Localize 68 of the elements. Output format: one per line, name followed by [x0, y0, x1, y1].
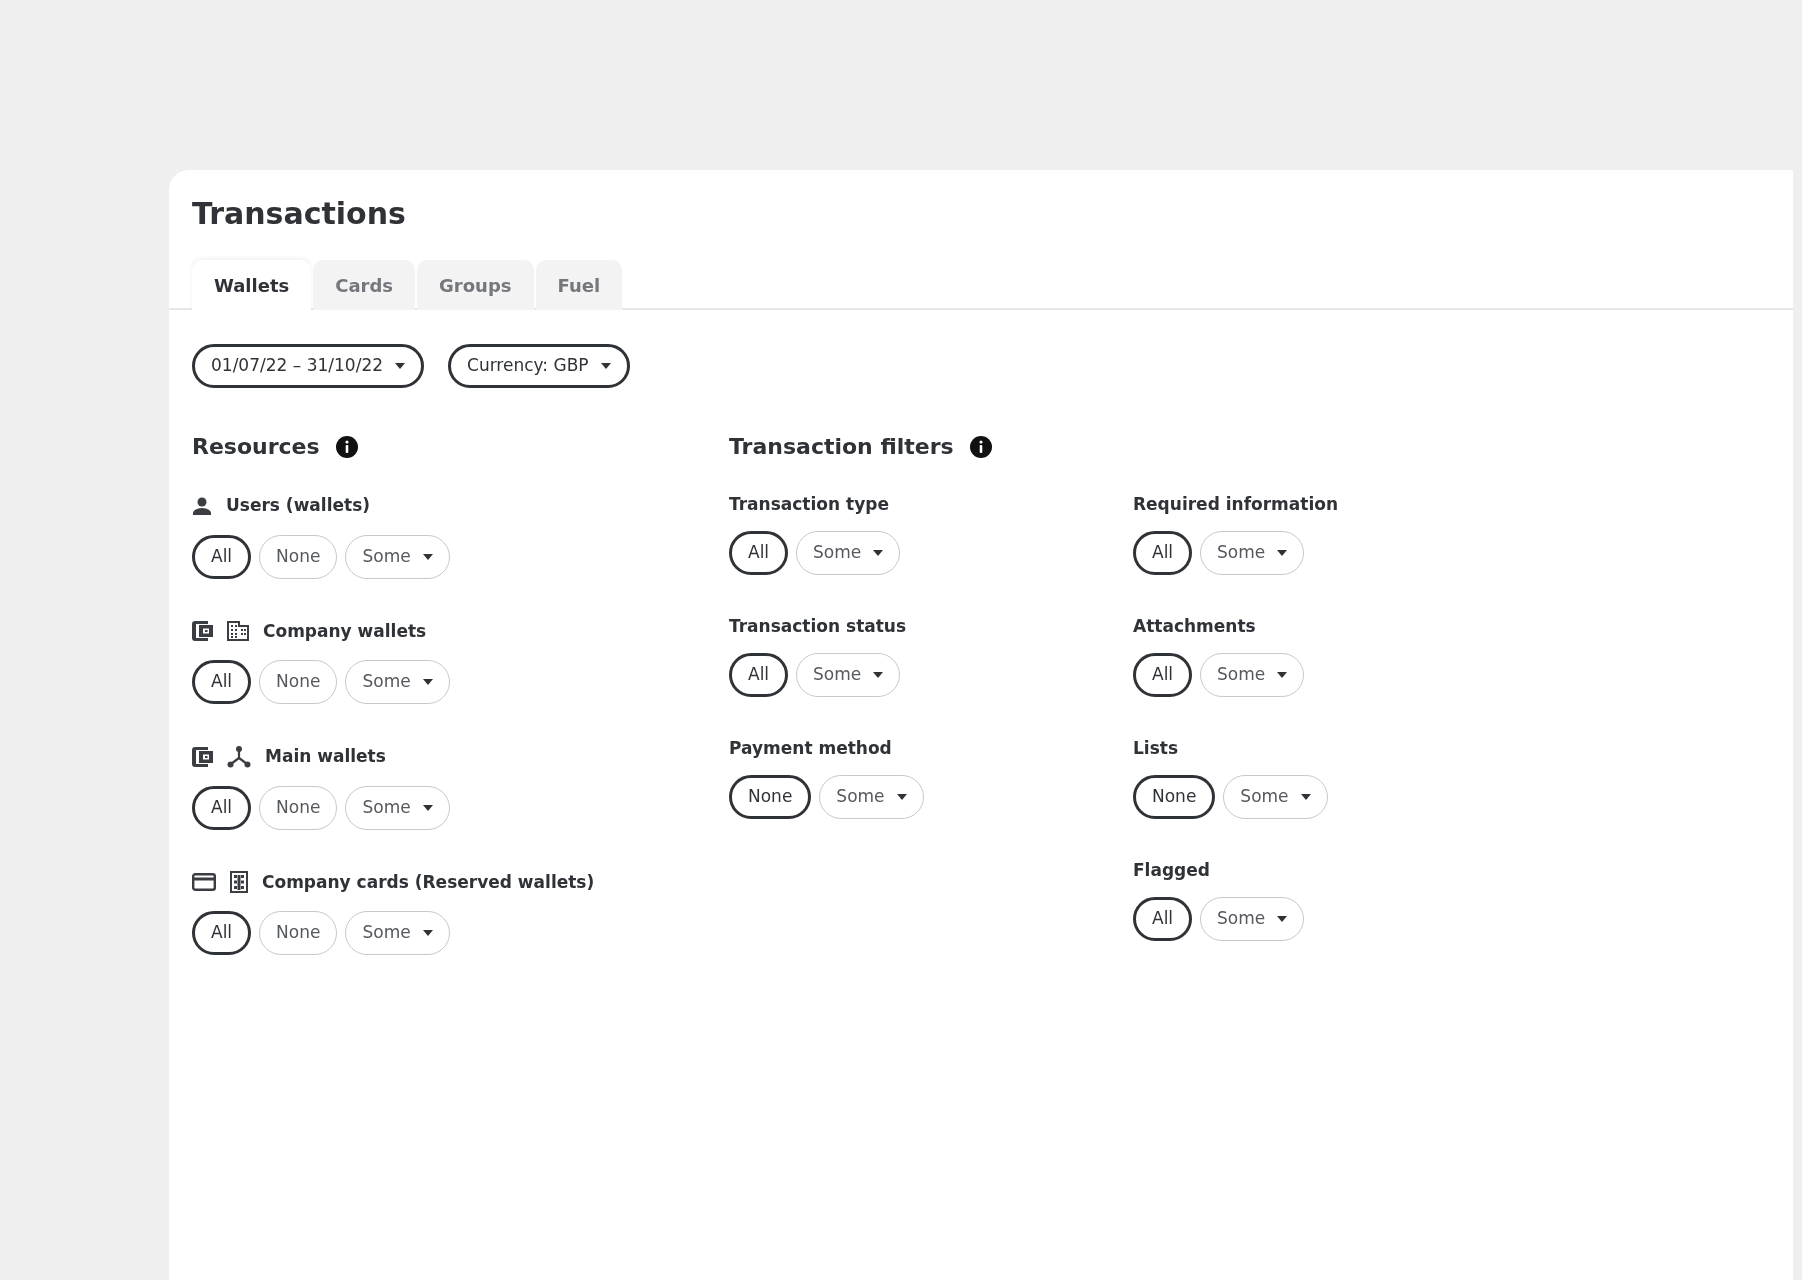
- filter-option[interactable]: All: [1133, 531, 1193, 575]
- building-icon: [227, 621, 249, 642]
- caret-icon: [1277, 916, 1288, 922]
- caret-icon: [422, 679, 433, 685]
- filter-option[interactable]: All: [192, 911, 252, 955]
- building-icon: [230, 871, 248, 894]
- filter-option[interactable]: All: [729, 531, 789, 575]
- caret-icon: [395, 363, 405, 369]
- filter-option[interactable]: All: [192, 785, 252, 830]
- currency-dropdown[interactable]: Currency: GBP: [448, 344, 630, 388]
- filter-dropdown[interactable]: Some: [796, 531, 901, 575]
- caret-icon: [1277, 672, 1288, 678]
- info-icon: [335, 435, 358, 458]
- filter-label: Transaction type: [729, 493, 890, 515]
- filter-dropdown[interactable]: Some: [1200, 653, 1305, 697]
- section-heading: Transaction filters: [729, 433, 954, 461]
- filter-label: Users (wallets): [226, 494, 371, 517]
- filter-dropdown[interactable]: Some: [1200, 897, 1305, 941]
- tab[interactable]: Cards: [313, 260, 416, 310]
- filter-option[interactable]: All: [192, 534, 252, 579]
- wallet-icon: [192, 621, 213, 642]
- filter-label: Payment method: [729, 737, 893, 759]
- filter-option[interactable]: All: [1133, 653, 1193, 697]
- filter-label: Transaction status: [729, 615, 908, 637]
- caret-icon: [873, 550, 884, 556]
- filter-dropdown[interactable]: Some: [345, 660, 450, 704]
- filter-label: Required information: [1133, 493, 1339, 515]
- tab[interactable]: Wallets: [192, 260, 312, 310]
- caret-icon: [1277, 550, 1288, 556]
- caret-icon: [600, 363, 611, 369]
- filter-option[interactable]: None: [729, 775, 812, 819]
- filter-option[interactable]: None: [259, 785, 338, 830]
- filter-dropdown[interactable]: Some: [1200, 531, 1305, 575]
- caret-icon: [422, 930, 433, 936]
- filter-dropdown[interactable]: Some: [819, 775, 924, 819]
- page-title: Transactions: [192, 196, 407, 232]
- filter-label: Company cards (Reserved wallets): [262, 870, 595, 894]
- person-icon: [192, 496, 212, 515]
- caret-icon: [896, 794, 907, 800]
- filter-option[interactable]: None: [259, 911, 338, 955]
- filter-option[interactable]: None: [1133, 775, 1216, 819]
- filter-dropdown[interactable]: Some: [345, 785, 450, 830]
- info-icon: [969, 435, 992, 458]
- filter-option[interactable]: All: [192, 660, 252, 704]
- filter-label: Main wallets: [265, 745, 386, 768]
- filter-label: Company wallets: [263, 619, 427, 643]
- credit-card-icon: [192, 873, 216, 892]
- filter-option[interactable]: All: [729, 653, 789, 697]
- filter-dropdown[interactable]: Some: [1223, 775, 1328, 819]
- caret-icon: [1300, 794, 1311, 800]
- network-icon: [227, 745, 251, 768]
- filter-label: Lists: [1133, 737, 1180, 759]
- caret-icon: [422, 553, 433, 560]
- tab[interactable]: Fuel: [535, 260, 623, 310]
- section-heading: Resources: [192, 433, 320, 461]
- date-range-dropdown[interactable]: 01/07/22 – 31/10/22: [192, 344, 424, 388]
- filter-option[interactable]: All: [1133, 897, 1193, 941]
- filter-option[interactable]: None: [259, 534, 338, 579]
- filter-dropdown[interactable]: Some: [345, 911, 450, 955]
- filter-dropdown[interactable]: Some: [796, 653, 901, 697]
- filter-option[interactable]: None: [259, 660, 338, 704]
- filter-label: Flagged: [1133, 859, 1211, 881]
- caret-icon: [422, 804, 433, 811]
- filter-dropdown[interactable]: Some: [345, 534, 450, 579]
- wallet-icon: [192, 746, 213, 767]
- filter-label: Attachments: [1133, 615, 1257, 637]
- tab[interactable]: Groups: [417, 260, 534, 310]
- caret-icon: [873, 672, 884, 678]
